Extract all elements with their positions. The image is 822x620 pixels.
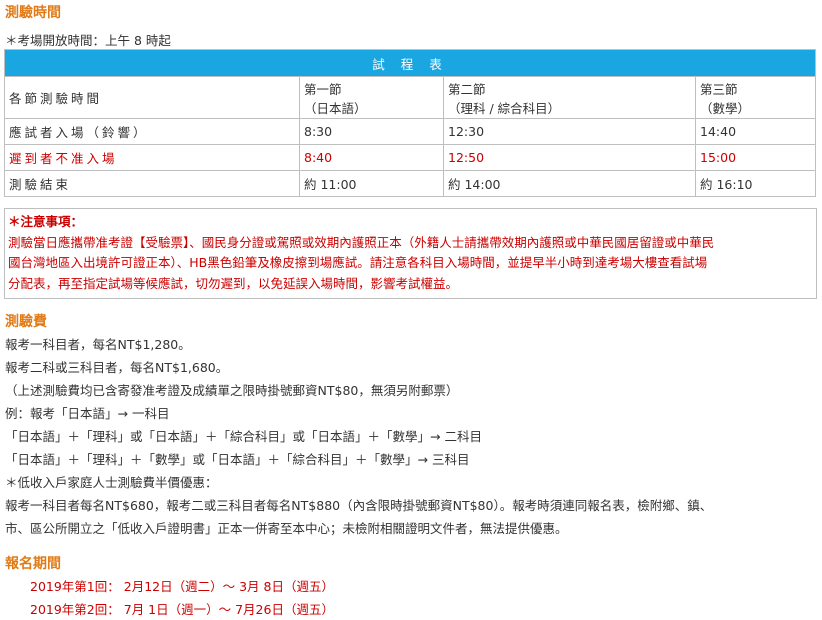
- session-name: 第一節: [304, 81, 342, 97]
- fee-line: （上述測驗費均已含寄發准考證及成績單之限時掛號郵資NT$80，無須另附郵票）: [5, 383, 459, 398]
- table-row: 測驗結束 約 11:00 約 14:00 約 16:10: [4, 170, 816, 197]
- table-cell: 約 11:00: [299, 170, 444, 197]
- schedule-table-title: 試 程 表: [4, 49, 816, 77]
- notice-box: ＊注意事項： 測驗當日應攜帶准考證【受驗票】、國民身分證或駕照或效期內護照正本（…: [4, 208, 817, 299]
- fee-line: 「日本語」＋「理科」＋「數學」或「日本語」＋「綜合科目」＋「數學」→ 三科目: [5, 452, 470, 467]
- row-label: 應試者入場（鈴響）: [4, 118, 300, 145]
- fee-line: 「日本語」＋「理科」或「日本語」＋「綜合科目」或「日本語」＋「數學」→ 二科目: [5, 429, 482, 444]
- notice-line: 國台灣地區入出境許可證正本）、HB黑色鉛筆及橡皮擦到場應試。請注意各科目入場時間…: [8, 255, 708, 270]
- fee-line: 市、區公所開立之「低收入戶證明書」正本一併寄至本中心；未檢附相關證明文件者，無法…: [5, 521, 568, 536]
- table-cell: 15:00: [695, 144, 816, 171]
- session-subject: （日本語）: [304, 100, 367, 116]
- session-name: 第二節: [448, 81, 486, 97]
- table-cell: 8:40: [299, 144, 444, 171]
- row-label: 遲到者不准入場: [4, 144, 300, 171]
- table-cell: 約 14:00: [443, 170, 696, 197]
- registration-heading: 報名期間: [5, 556, 61, 572]
- fee-line: 例：報考「日本語」→ 一科目: [5, 406, 170, 421]
- fee-line: 報考二科或三科目者，每名NT$1,680。: [5, 360, 229, 375]
- exam-fee-heading: 測驗費: [5, 314, 47, 330]
- table-row: 應試者入場（鈴響） 8:30 12:30 14:40: [4, 118, 816, 145]
- venue-open-note: ＊考場開放時間：上午 8 時起: [5, 33, 171, 48]
- registration-session: 2019年第1回： 2月12日（週二）～ 3月 8日（週五）: [30, 579, 334, 594]
- row-label: 測驗結束: [4, 170, 300, 197]
- schedule-table: 試 程 表 各節測驗時間 第一節 （日本語） 第二節 （理科 / 綜合科目） 第…: [4, 49, 816, 197]
- table-cell: 12:50: [443, 144, 696, 171]
- table-cell: 約 16:10: [695, 170, 816, 197]
- table-cell: 12:30: [443, 118, 696, 145]
- session-1-header: 第一節 （日本語）: [299, 76, 444, 119]
- header-label: 各節測驗時間: [4, 76, 300, 119]
- fee-line: 報考一科目者，每名NT$1,280。: [5, 337, 191, 352]
- table-row: 遲到者不准入場 8:40 12:50 15:00: [4, 144, 816, 171]
- fee-line: 報考一科目者每名NT$680，報考二或三科目者每名NT$880（內含限時掛號郵資…: [5, 498, 713, 513]
- notice-title: ＊注意事項：: [8, 214, 84, 229]
- session-subject: （數學）: [700, 100, 751, 116]
- table-cell: 8:30: [299, 118, 444, 145]
- notice-line: 分配表，再至指定試場等候應試，切勿遲到，以免延誤入場時間，影響考試權益。: [8, 275, 459, 291]
- fee-line: ＊低收入戶家庭人士測驗費半價優惠：: [5, 475, 218, 490]
- exam-time-heading: 測驗時間: [5, 5, 61, 21]
- notice-line: 測驗當日應攜帶准考證【受驗票】、國民身分證或駕照或效期內護照正本（外籍人士請攜帶…: [8, 234, 715, 250]
- session-subject: （理科 / 綜合科目）: [448, 100, 561, 116]
- table-cell: 14:40: [695, 118, 816, 145]
- session-3-header: 第三節 （數學）: [695, 76, 816, 119]
- registration-session: 2019年第2回： 7月 1日（週一）～ 7月26日（週五）: [30, 602, 334, 617]
- session-name: 第三節: [700, 81, 738, 97]
- table-row: 各節測驗時間 第一節 （日本語） 第二節 （理科 / 綜合科目） 第三節 （數學…: [4, 76, 816, 119]
- session-2-header: 第二節 （理科 / 綜合科目）: [443, 76, 696, 119]
